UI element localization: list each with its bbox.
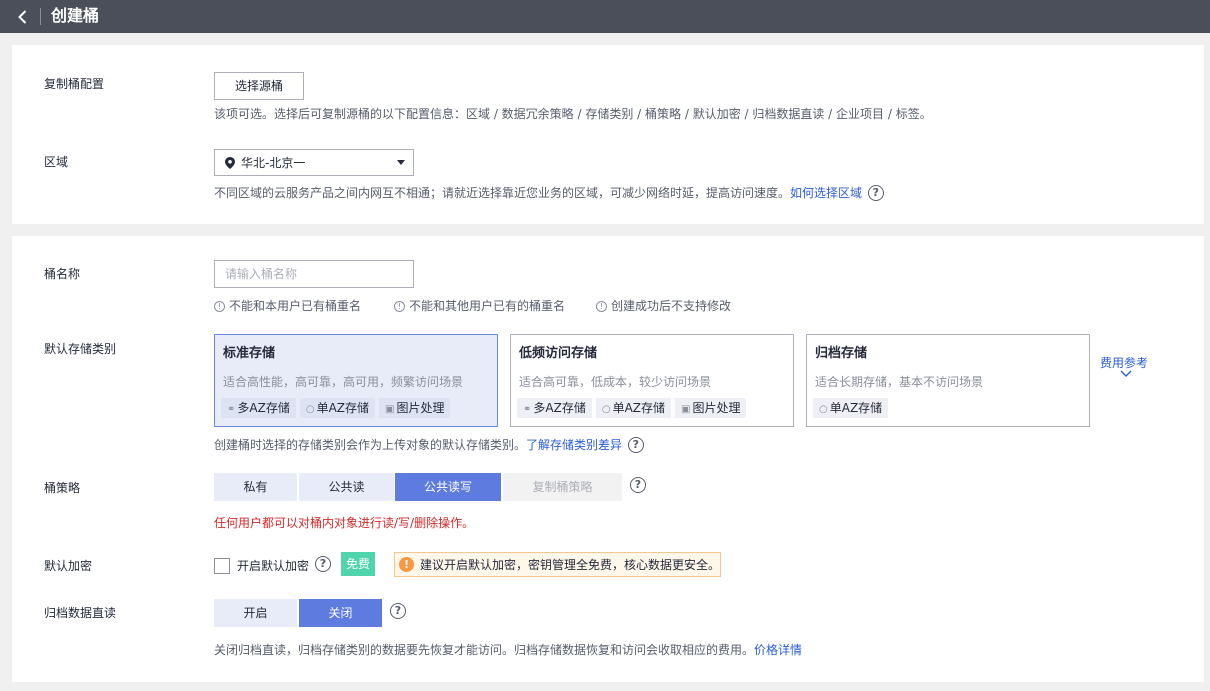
rule-text: 不能和其他用户已有的桶重名 — [409, 299, 566, 313]
single-az-icon: ○ — [819, 404, 828, 415]
region-select[interactable]: 华北-北京一 — [214, 149, 414, 176]
info-icon: ! — [596, 301, 607, 312]
bucket-name-label: 桶名称 — [44, 267, 81, 281]
encryption-checkbox-label[interactable]: 开启默认加密 — [237, 557, 309, 575]
fee-reference-link[interactable]: 费用参考 — [1100, 355, 1148, 371]
policy-warning: 任何用户都可以对桶内对象进行读/写/删除操作。 — [214, 516, 475, 530]
multi-az-icon: ⚭ — [227, 404, 236, 415]
rule-text: 不能和本用户已有桶重名 — [229, 299, 362, 313]
region-value: 华北-北京一 — [241, 156, 306, 170]
bucket-config-card: 桶名称 ! 不能和本用户已有桶重名 ! 不能和其他用户已有的桶重名 ! 创建成功后不支… — [12, 236, 1204, 682]
help-icon[interactable]: ? — [315, 556, 331, 572]
image-icon: ▣ — [681, 404, 691, 415]
rule-item: ! 创建成功后不支持修改 — [596, 298, 731, 314]
bucket-name-input[interactable] — [215, 261, 413, 287]
free-badge: 免费 — [341, 552, 375, 576]
help-icon[interactable]: ? — [627, 436, 644, 453]
bucket-policy-label: 桶策略 — [44, 481, 81, 495]
storage-class-infrequent[interactable]: 低频访问存储 适合高可靠，低成本，较少访问场景 ⚭ 多AZ存储 ○ 单AZ存储 ▣ 图… — [510, 334, 794, 427]
page-title: 创建桶 — [51, 6, 100, 25]
top-bar: 创建桶 — [0, 0, 1210, 33]
storage-class-title: 标准存储 — [223, 346, 276, 361]
region-label: 区域 — [44, 155, 69, 169]
storage-class-diff-link[interactable]: 了解存储类别差异 — [526, 438, 622, 452]
storage-class-label: 默认存储类别 — [44, 342, 117, 356]
single-az-icon: ○ — [601, 404, 611, 415]
storage-class-hint: 创建桶时选择的存储类别会作为上传对象的默认存储类别。了解存储类别差异 ? — [214, 436, 644, 453]
encryption-checkbox[interactable] — [214, 558, 230, 574]
location-pin-icon — [225, 157, 235, 169]
storage-class-desc: 适合高可靠，低成本，较少访问场景 — [519, 375, 712, 389]
info-icon: ! — [214, 301, 225, 312]
storage-class-tags: ⚭ 多AZ存储 ○ 单AZ存储 ▣ 图片处理 — [517, 398, 747, 418]
encryption-tip: ! 建议开启默认加密，密钥管理全免费，核心数据更安全。 — [394, 552, 721, 577]
warning-icon: ! — [399, 557, 414, 572]
select-source-bucket-button[interactable]: 选择源桶 — [214, 72, 304, 100]
rule-item: ! 不能和其他用户已有的桶重名 — [394, 298, 565, 314]
single-az-icon: ○ — [305, 404, 315, 415]
tag-multi-az: ⚭ 多AZ存储 — [221, 398, 296, 418]
region-hint: 不同区域的云服务产品之间内网互不相通；请就近选择靠近您业务的区域，可减少网络时延… — [214, 184, 884, 201]
image-icon: ▣ — [385, 404, 395, 415]
encryption-tip-text: 建议开启默认加密，密钥管理全免费，核心数据更安全。 — [420, 558, 721, 572]
storage-class-hint-text: 创建桶时选择的存储类别会作为上传对象的默认存储类别。 — [214, 438, 527, 452]
encryption-label: 默认加密 — [44, 559, 93, 573]
archive-read-label: 归档数据直读 — [44, 606, 117, 620]
storage-class-desc: 适合高性能，高可靠，高可用，频繁访问场景 — [223, 375, 464, 389]
storage-class-archive[interactable]: 归档存储 适合长期存储，基本不访问场景 ○ 单AZ存储 — [806, 334, 1090, 427]
storage-class-tags: ○ 单AZ存储 — [813, 398, 889, 418]
back-button[interactable] — [14, 8, 32, 26]
replication-hint: 该项可选。选择后可复制源桶的以下配置信息：区域 / 数据冗余策略 / 存储类别 … — [214, 107, 932, 121]
policy-private-button[interactable]: 私有 — [214, 473, 297, 501]
policy-public-read-write-button[interactable]: 公共读写 — [395, 473, 501, 501]
rule-text: 创建成功后不支持修改 — [611, 299, 732, 313]
chevron-down-icon[interactable] — [1120, 370, 1132, 378]
rule-item: ! 不能和本用户已有桶重名 — [214, 298, 361, 314]
replication-label: 复制桶配置 — [44, 77, 105, 91]
caret-down-icon — [397, 160, 405, 165]
storage-class-title: 归档存储 — [815, 346, 868, 361]
info-icon: ! — [394, 301, 405, 312]
how-to-choose-region-link[interactable]: 如何选择区域 — [790, 186, 862, 200]
help-icon[interactable]: ? — [630, 477, 646, 493]
tag-image-processing: ▣ 图片处理 — [379, 398, 451, 418]
storage-class-tags: ⚭ 多AZ存储 ○ 单AZ存储 ▣ 图片处理 — [221, 398, 451, 418]
help-icon[interactable]: ? — [390, 603, 406, 619]
policy-copy-button: 复制桶策略 — [503, 473, 622, 501]
tag-multi-az: ⚭ 多AZ存储 — [517, 398, 592, 418]
topbar-divider — [40, 8, 41, 25]
archive-read-hint-text: 关闭归档直读，归档存储类别的数据要先恢复才能访问。归档存储数据恢复和访问会收取相… — [214, 643, 755, 657]
policy-public-read-button[interactable]: 公共读 — [299, 473, 394, 501]
archive-read-hint: 关闭归档直读，归档存储类别的数据要先恢复才能访问。归档存储数据恢复和访问会收取相… — [214, 642, 802, 658]
multi-az-icon: ⚭ — [523, 404, 532, 415]
region-hint-text: 不同区域的云服务产品之间内网互不相通；请就近选择靠近您业务的区域，可减少网络时延… — [214, 186, 791, 200]
archive-read-on-button[interactable]: 开启 — [214, 599, 297, 627]
basic-config-card: 复制桶配置 选择源桶 该项可选。选择后可复制源桶的以下配置信息：区域 / 数据冗… — [12, 45, 1204, 224]
tag-single-az: ○ 单AZ存储 — [299, 398, 375, 418]
help-icon[interactable]: ? — [867, 184, 884, 201]
storage-class-title: 低频访问存储 — [519, 346, 598, 361]
storage-class-desc: 适合长期存储，基本不访问场景 — [815, 375, 984, 389]
tag-single-az: ○ 单AZ存储 — [813, 398, 889, 418]
chevron-left-icon — [18, 10, 27, 24]
bucket-name-field[interactable] — [214, 260, 414, 288]
price-details-link[interactable]: 价格详情 — [754, 643, 802, 657]
tag-single-az: ○ 单AZ存储 — [595, 398, 671, 418]
storage-class-standard[interactable]: 标准存储 适合高性能，高可靠，高可用，频繁访问场景 ⚭ 多AZ存储 ○ 单AZ存储 … — [214, 334, 498, 427]
archive-read-off-button[interactable]: 关闭 — [299, 599, 382, 627]
tag-image-processing: ▣ 图片处理 — [675, 398, 747, 418]
